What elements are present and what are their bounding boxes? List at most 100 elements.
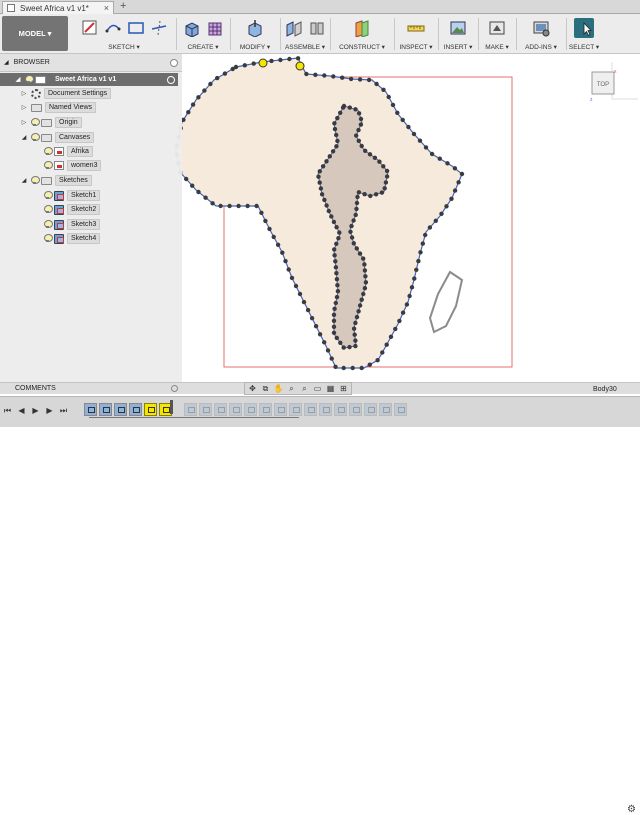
timeline-suppressed-item[interactable] [364, 403, 377, 416]
sketch-point[interactable] [317, 332, 323, 337]
sketch-point[interactable] [404, 302, 410, 307]
sketch-point[interactable] [377, 159, 382, 164]
timeline-sketch-item[interactable] [129, 403, 142, 416]
sketch-point[interactable] [352, 332, 357, 337]
sketch-point[interactable] [380, 350, 385, 355]
sketch-point[interactable] [400, 310, 406, 315]
sketch-point[interactable] [320, 164, 326, 169]
sketch-point[interactable] [271, 234, 276, 240]
timeline-suppressed-item[interactable] [259, 403, 272, 416]
sketch-point[interactable] [384, 168, 390, 174]
sketch-point[interactable] [437, 156, 442, 161]
tree-item-sketch3[interactable]: Sketch3 [44, 218, 101, 231]
sketch-point[interactable] [347, 344, 352, 350]
create-sketch-icon[interactable] [80, 18, 100, 38]
sketch-point[interactable] [332, 253, 337, 258]
make-menu[interactable]: MAKE ▾ [480, 43, 514, 51]
joint-icon[interactable] [307, 18, 327, 38]
sketch-point[interactable] [354, 200, 360, 206]
visibility-bulb-icon[interactable] [31, 118, 40, 127]
timeline-canvas-item[interactable] [84, 403, 97, 416]
tree-item-afrika[interactable]: Afrika [44, 145, 93, 158]
timeline-marker[interactable] [170, 400, 173, 414]
sketch-point[interactable] [313, 324, 319, 329]
sketch-point[interactable] [374, 81, 379, 87]
sketch-point[interactable] [349, 223, 354, 229]
sketch-point[interactable] [329, 356, 334, 361]
tree-item-document-settings[interactable]: ▷ Document Settings [20, 87, 112, 100]
sketch-point[interactable] [406, 124, 411, 130]
select-arrow-icon[interactable] [574, 18, 594, 38]
viewcube[interactable]: TOP z x [587, 66, 617, 102]
sketch-point[interactable] [331, 318, 337, 323]
sketch-point[interactable] [353, 338, 358, 343]
sketch-point[interactable] [334, 241, 339, 246]
sketch-point[interactable] [297, 291, 303, 297]
sketch-point[interactable] [357, 303, 363, 308]
box-grid-icon[interactable] [205, 18, 225, 38]
sketch-point[interactable] [322, 197, 327, 203]
sketch-point[interactable] [393, 326, 398, 332]
create-menu[interactable]: CREATE ▾ [178, 43, 228, 51]
sketch-point[interactable] [263, 218, 268, 224]
timeline-suppressed-item[interactable] [184, 403, 197, 416]
sketch-point[interactable] [400, 117, 405, 123]
timeline-suppressed-item[interactable] [274, 403, 287, 416]
sketch-point[interactable] [418, 250, 423, 255]
tree-root[interactable]: ◢ Sweet Africa v1 v1 [0, 73, 178, 86]
sketch-point[interactable] [384, 174, 390, 179]
sketch-point[interactable] [333, 300, 338, 306]
sketch-point[interactable] [301, 299, 307, 305]
sketch-point[interactable] [332, 121, 337, 126]
extrude-icon[interactable] [182, 18, 202, 38]
sketch-point[interactable] [269, 58, 274, 64]
sketch-point[interactable] [242, 63, 247, 68]
sketch-point[interactable] [449, 196, 454, 201]
sketch-point[interactable] [359, 297, 364, 302]
sketch-point[interactable] [326, 208, 331, 214]
new-tab-button[interactable]: + [120, 0, 126, 12]
sketch-point[interactable] [353, 107, 358, 112]
sketch-point[interactable] [367, 362, 372, 367]
sketch-point[interactable] [444, 204, 449, 209]
visibility-bulb-icon[interactable] [44, 234, 53, 243]
sketch-point[interactable] [395, 110, 400, 115]
sketch-point[interactable] [322, 73, 327, 78]
sketch-point[interactable] [267, 226, 272, 232]
visibility-bulb-icon[interactable] [44, 147, 53, 156]
tree-item-sketch2[interactable]: Sketch2 [44, 203, 101, 216]
timeline-sketch-item[interactable] [114, 403, 127, 416]
sketch-point[interactable] [309, 316, 315, 321]
go-to-start-icon[interactable]: ⏮ [3, 406, 12, 415]
sketch-point[interactable] [386, 94, 391, 100]
sketch-point[interactable] [353, 212, 358, 218]
africa-sketch-profile[interactable] [175, 57, 463, 369]
sketch-point[interactable] [304, 71, 309, 77]
sketch-point[interactable] [196, 95, 201, 100]
collapse-triangle-icon[interactable]: ◢ [20, 134, 28, 141]
sketch-point[interactable] [379, 190, 385, 195]
sketch-point[interactable] [331, 312, 337, 317]
timeline-suppressed-item[interactable] [319, 403, 332, 416]
madagascar-outline[interactable] [428, 270, 464, 334]
sketch-point[interactable] [332, 247, 337, 252]
sketch-point[interactable] [295, 56, 301, 61]
sketch-point[interactable] [375, 358, 380, 363]
sketch-point[interactable] [332, 306, 337, 311]
sketch-point[interactable] [330, 149, 336, 154]
go-to-end-icon[interactable]: ⏭ [59, 406, 68, 415]
sketch-point[interactable] [337, 230, 342, 235]
sketch-point[interactable] [381, 164, 386, 169]
sketch-point[interactable] [423, 145, 429, 150]
expand-triangle-icon[interactable]: ▷ [20, 119, 28, 126]
sketch-point[interactable] [340, 75, 345, 80]
sketch-point[interactable] [184, 176, 189, 182]
tree-item-women3[interactable]: women3 [44, 159, 102, 172]
sketch-point[interactable] [230, 66, 235, 72]
sketch-point[interactable] [317, 169, 322, 174]
orbit-icon[interactable]: ✥ [248, 384, 257, 393]
sketch-point[interactable] [423, 232, 428, 238]
sketch-point[interactable] [348, 229, 353, 234]
sketch-point[interactable] [459, 171, 465, 177]
zoom-icon[interactable]: ⌕ [287, 384, 296, 393]
